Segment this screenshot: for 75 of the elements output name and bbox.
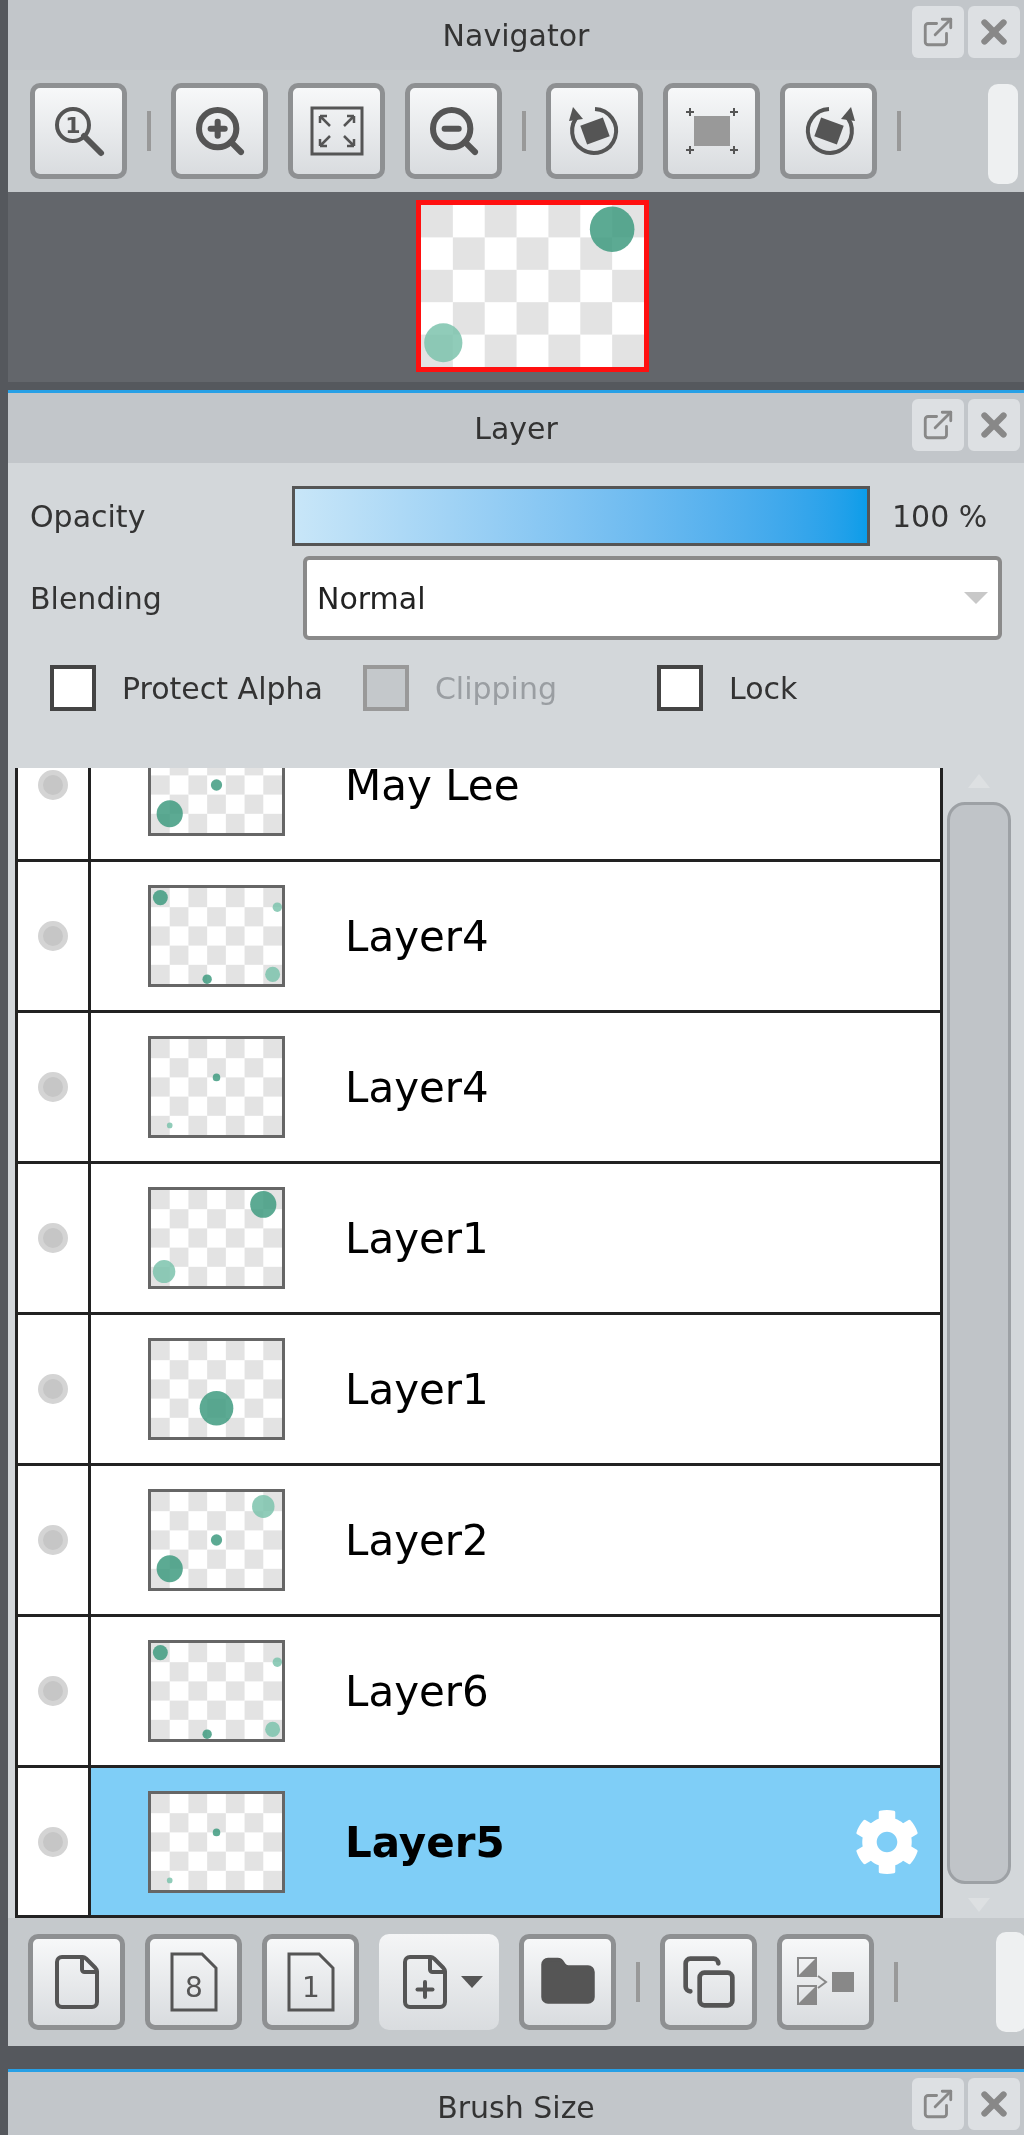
scrollbar-thumb[interactable] bbox=[947, 802, 1011, 1884]
opacity-label: Opacity bbox=[30, 497, 147, 536]
visibility-toggle[interactable] bbox=[38, 1223, 68, 1253]
popout-icon bbox=[921, 2087, 955, 2121]
fit-screen-icon bbox=[309, 106, 364, 156]
layer-row[interactable]: Layer1 bbox=[18, 1315, 940, 1466]
toolbar-separator bbox=[147, 111, 151, 151]
checkbox-label: Protect Alpha bbox=[122, 669, 323, 708]
numbered-page-icon: 8 bbox=[168, 1951, 219, 2013]
popout-icon bbox=[921, 15, 955, 49]
duplicate-icon bbox=[680, 1954, 737, 2010]
layer-name: Layer6 bbox=[345, 1665, 490, 1718]
panel-title: Brush Size bbox=[437, 2088, 595, 2127]
layer-row[interactable]: Layer4 bbox=[18, 1013, 940, 1164]
visibility-toggle[interactable] bbox=[38, 1525, 68, 1555]
dropdown-caret-icon bbox=[964, 592, 988, 604]
layer-name: Layer2 bbox=[345, 1514, 490, 1567]
toolbar-scrollbar[interactable] bbox=[988, 84, 1018, 184]
checkbox[interactable] bbox=[50, 665, 96, 711]
add-layer-button[interactable] bbox=[379, 1934, 499, 2030]
layer-row[interactable]: Layer1 bbox=[18, 1164, 940, 1315]
caret-icon bbox=[461, 1976, 483, 1988]
visibility-toggle[interactable] bbox=[38, 921, 68, 951]
visibility-toggle[interactable] bbox=[38, 1072, 68, 1102]
settings-icon[interactable] bbox=[854, 1809, 920, 1875]
checkbox-label: Lock bbox=[729, 669, 798, 708]
new-layer-button[interactable]: 8 bbox=[145, 1934, 242, 2030]
checkbox-label: Clipping bbox=[434, 669, 557, 708]
layer-name: Layer4 bbox=[345, 1061, 490, 1114]
opacity-slider[interactable] bbox=[292, 486, 870, 546]
new-folder-button[interactable] bbox=[519, 1934, 616, 2030]
layer-row[interactable]: Layer2 bbox=[18, 1466, 940, 1617]
visibility-toggle[interactable] bbox=[38, 1374, 68, 1404]
close-button[interactable] bbox=[968, 399, 1020, 451]
layer-row[interactable]: Layer5 bbox=[18, 1768, 940, 1915]
popout-button[interactable] bbox=[912, 6, 964, 58]
visibility-toggle[interactable] bbox=[38, 1827, 68, 1857]
layer-name: Layer5 bbox=[345, 1816, 506, 1869]
checkbox[interactable] bbox=[657, 665, 703, 711]
close-button[interactable] bbox=[968, 2078, 1020, 2130]
layer-row[interactable]: Layer6 bbox=[18, 1617, 940, 1768]
panel-title: Navigator bbox=[442, 16, 590, 55]
close-button[interactable] bbox=[968, 6, 1020, 58]
toolbar-scrollbar[interactable] bbox=[996, 1932, 1024, 2032]
layer-name: Layer1 bbox=[345, 1212, 490, 1265]
panel-title: Layer bbox=[474, 409, 558, 448]
popout-icon bbox=[921, 408, 955, 442]
layer-name: May Lee bbox=[345, 768, 521, 812]
layer-name: Layer4 bbox=[345, 910, 490, 963]
numbered-page-icon: 1 bbox=[285, 1951, 336, 2013]
zoom-in-button[interactable] bbox=[171, 83, 268, 179]
new-layer-button[interactable] bbox=[28, 1934, 125, 2030]
rotate-right-button[interactable] bbox=[780, 83, 877, 179]
blending-label: Blending bbox=[30, 579, 163, 618]
fit-button[interactable] bbox=[288, 83, 385, 179]
opacity-value: 100 % bbox=[892, 497, 988, 536]
transfer-button[interactable] bbox=[777, 1934, 874, 2030]
rotate-left-button[interactable] bbox=[546, 83, 643, 179]
new-layer-button[interactable]: 1 bbox=[262, 1934, 359, 2030]
popout-button[interactable] bbox=[912, 2078, 964, 2130]
zoom-out-button[interactable] bbox=[405, 83, 502, 179]
layer-row[interactable]: May Lee bbox=[18, 768, 940, 862]
duplicate-button[interactable] bbox=[660, 1934, 757, 2030]
visibility-toggle[interactable] bbox=[38, 1676, 68, 1706]
popout-button[interactable] bbox=[912, 399, 964, 451]
visibility-toggle[interactable] bbox=[38, 770, 68, 800]
blending-dropdown[interactable]: Normal bbox=[303, 556, 1002, 640]
layer-row[interactable]: Layer4 bbox=[18, 862, 940, 1013]
toolbar-separator bbox=[636, 1962, 640, 2002]
toolbar-separator bbox=[897, 111, 901, 151]
toolbar-separator bbox=[894, 1962, 898, 2002]
layer-name: Layer1 bbox=[345, 1363, 490, 1416]
toolbar-separator bbox=[522, 111, 526, 151]
actual-size-button[interactable]: 1 bbox=[30, 83, 127, 179]
reset-rotation-button[interactable] bbox=[663, 83, 760, 179]
